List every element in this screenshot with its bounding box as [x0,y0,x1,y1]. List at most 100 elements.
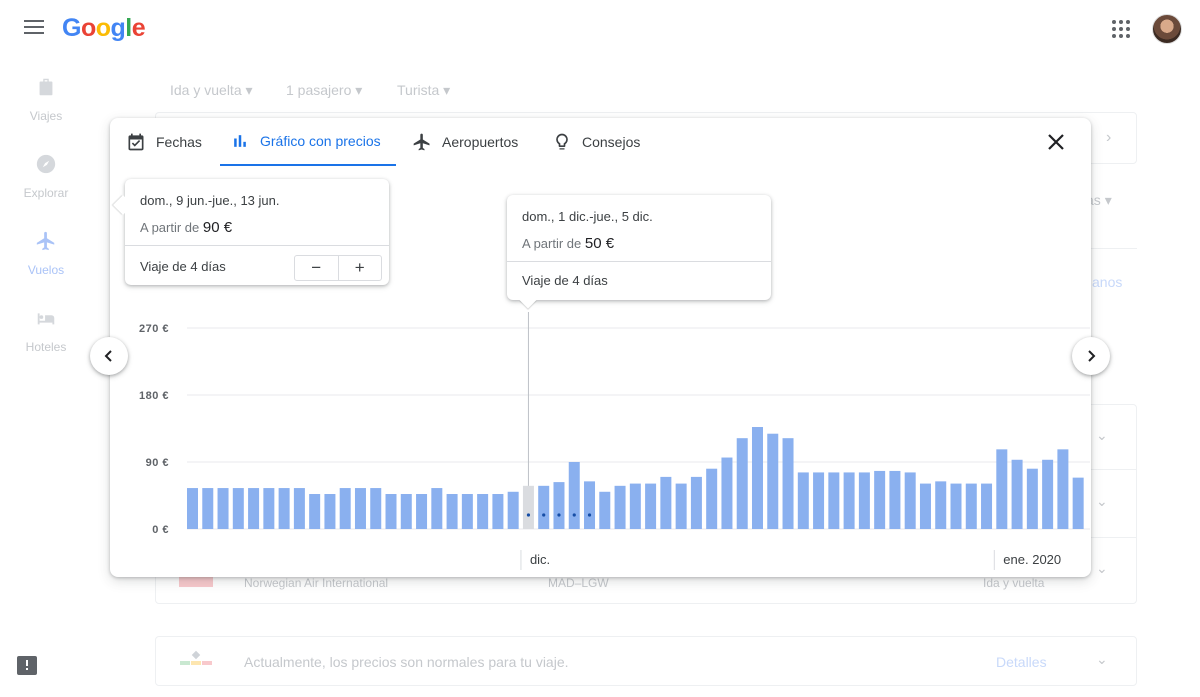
price-bar [553,482,565,529]
y-tick-label: 270 € [139,323,169,335]
passengers-select[interactable]: 1 pasajero ▾ [286,82,362,99]
price-bar [1011,459,1023,529]
price-bar [1042,459,1054,529]
price-bar [431,488,443,529]
price-bar [354,488,366,529]
price-bar [935,481,947,529]
price-bar [889,470,901,529]
menu-icon[interactable] [24,20,44,36]
chevron-right-icon[interactable]: › [1106,129,1111,147]
price-bar [400,494,412,529]
decrease-trip-length-button[interactable]: − [295,256,338,280]
price-bar [293,488,305,529]
chevron-left-icon [104,350,112,362]
trip-span-dot [542,513,546,517]
hover-price-tooltip: dom., 1 dic.-jue., 5 dic. A partir de 50… [507,195,771,300]
avatar[interactable] [1152,14,1182,44]
chevron-down-icon[interactable]: ⌄ [1096,493,1108,510]
price-bar [828,472,840,529]
top-bar: Google [0,0,1200,60]
chevron-down-icon: ▾ [443,82,451,98]
price-bar [858,472,870,529]
price-gauge-icon [180,650,212,668]
price-bar [278,488,290,529]
hover-trip-price: A partir de 50 € [522,235,615,252]
chevron-down-icon: ▾ [245,82,253,98]
nav-item-hoteles[interactable]: Hoteles [0,307,92,354]
price-bar [522,485,534,529]
price-bar [813,472,825,529]
trip-span-dot [526,513,531,517]
nav-item-viajes[interactable]: Viajes [0,76,92,123]
selected-trip-price: A partir de 90 € [140,219,233,236]
price-bar [248,488,260,529]
chevron-down-icon: ▾ [355,82,363,98]
hover-trip-length: Viaje de 4 días [522,273,608,288]
chevron-down-icon[interactable]: ⌄ [1096,651,1108,668]
nav-item-vuelos[interactable]: Vuelos [0,230,92,277]
feedback-icon[interactable] [17,656,37,675]
price-bar [339,488,351,529]
price-bar [736,438,748,529]
next-dates-button[interactable] [1072,337,1110,375]
price-bar [996,449,1008,529]
bed-icon [37,313,55,325]
compass-icon [36,154,56,174]
y-tick-label: 90 € [146,457,169,469]
price-bar [874,470,886,529]
price-bar [797,472,809,529]
price-bar [477,494,489,529]
price-bar [263,488,275,529]
price-bar [416,494,428,529]
price-bar [950,483,962,529]
divider [507,261,771,262]
price-bar [965,483,977,529]
price-bar [492,494,504,529]
price-bar [645,483,657,529]
price-bar [751,427,763,529]
price-bar [187,488,198,529]
price-bar [660,476,672,529]
details-link[interactable]: Detalles [996,654,1047,670]
trip-length-stepper: − + [294,255,382,281]
increase-trip-length-button[interactable]: + [337,256,382,280]
background-partial-link[interactable]: anos [1092,274,1122,290]
trip-length-label: Viaje de 4 días [140,259,226,274]
y-tick-label: 180 € [139,390,169,402]
price-bar [1057,449,1069,529]
google-logo[interactable]: Google [62,14,146,43]
previous-dates-button[interactable] [90,337,128,375]
selected-trip-dates: dom., 9 jun.-jue., 13 jun. [140,193,280,208]
price-bar [690,476,702,529]
trip-span-dot [587,513,592,517]
trip-type-select[interactable]: Ida y vuelta ▾ [170,82,253,99]
price-bar [599,491,611,529]
apps-grid-icon[interactable] [1112,20,1130,38]
price-bar [461,494,473,529]
price-bar [232,488,244,529]
price-bar [767,433,779,529]
price-insight-card: Actualmente, los precios son normales pa… [155,636,1137,686]
chevron-down-icon[interactable]: ⌄ [1096,560,1108,577]
price-bar [446,494,458,529]
chevron-down-icon[interactable]: ⌄ [1096,427,1108,444]
selected-trip-card: dom., 9 jun.-jue., 13 jun. A partir de 9… [125,179,389,285]
price-bar [981,483,993,529]
price-bar [706,468,718,529]
chevron-right-icon [1088,350,1096,362]
nav-item-explorar[interactable]: Explorar [0,153,92,200]
price-bar [1072,477,1084,529]
price-bar [614,485,626,529]
price-bar [324,494,336,529]
trip-span-dot [557,513,561,517]
divider [125,245,389,246]
month-label: ene. 2020 [1003,552,1061,567]
trip-span-dot [572,513,576,517]
price-graph-dialog: Fechas Gráfico con precios Aeropuertos C… [110,118,1091,577]
price-bar [675,483,687,529]
divider [1090,248,1137,249]
cabin-select[interactable]: Turista ▾ [397,82,450,99]
price-bar [217,488,229,529]
suitcase-icon [39,78,53,96]
chevron-down-icon: ▾ [1104,192,1112,208]
